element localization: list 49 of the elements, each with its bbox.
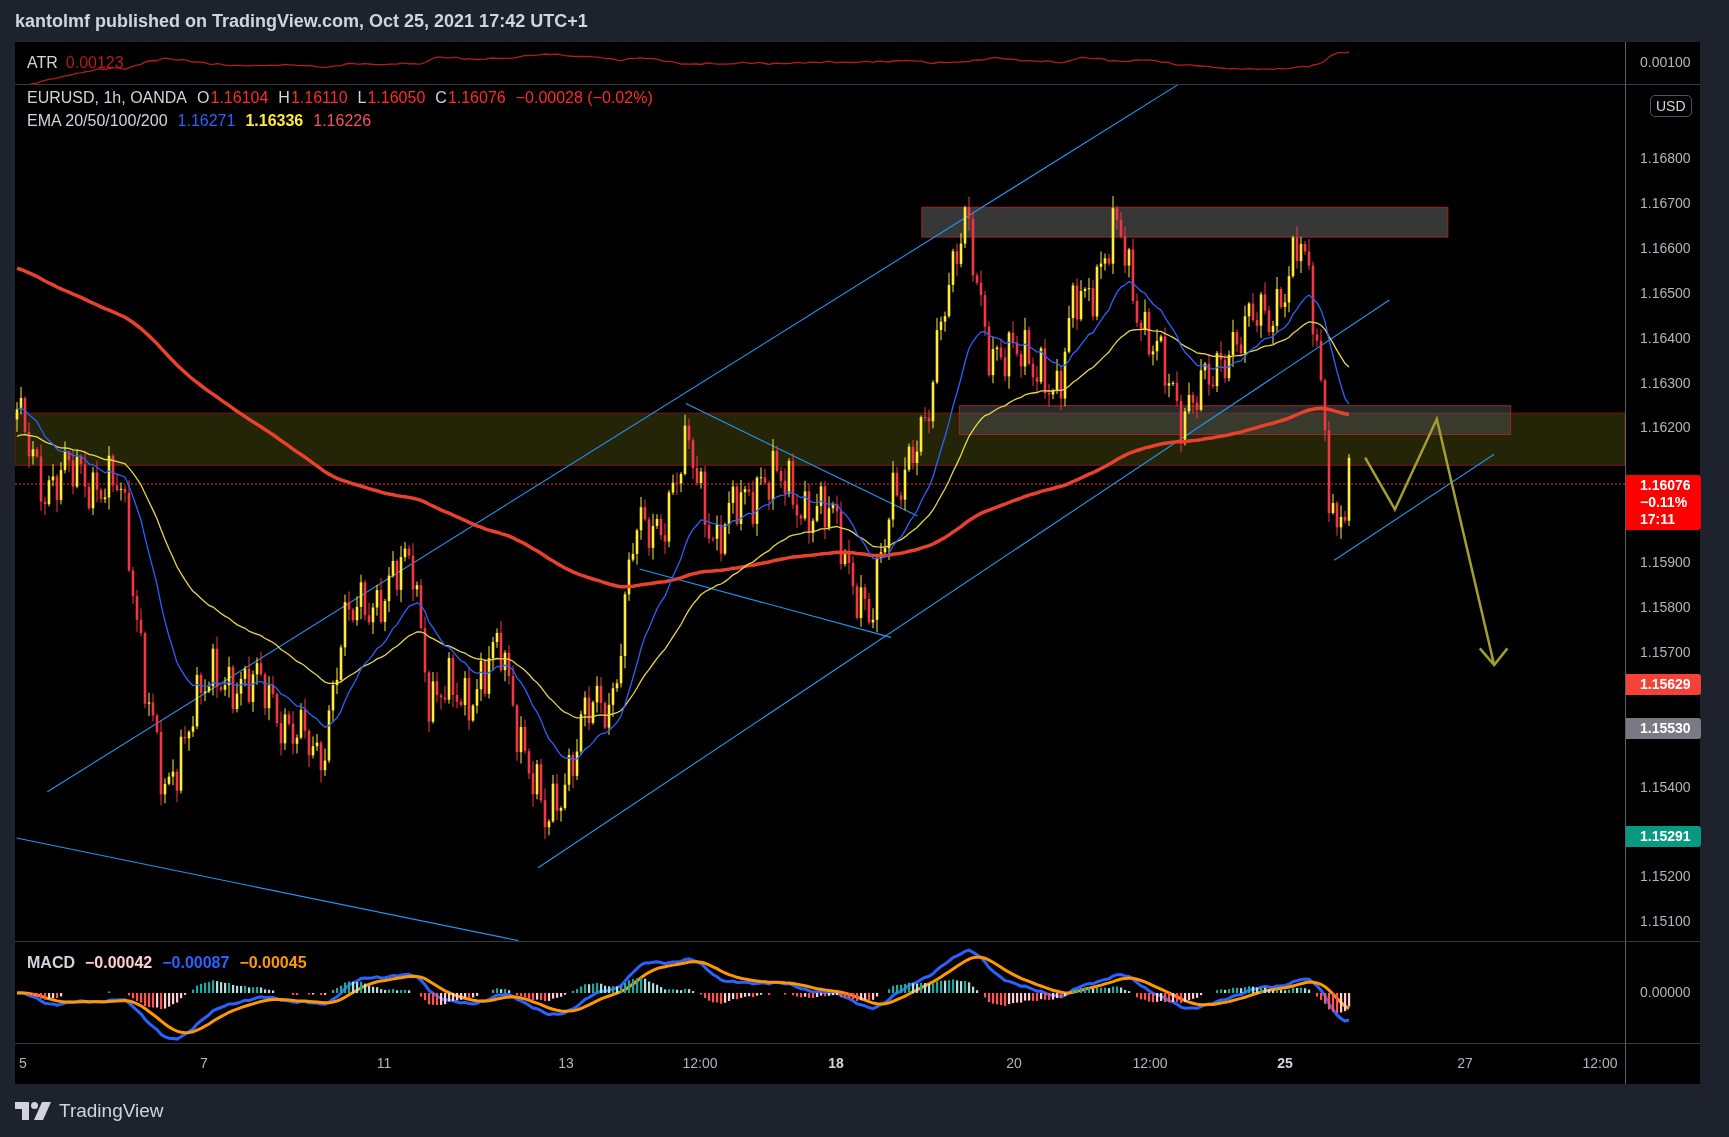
publication-info: kantolmf published on TradingView.com, Oct 25, 2021 17:42 UTC+1 bbox=[14, 9, 589, 33]
time-axis-label: 20 bbox=[1006, 1055, 1022, 1071]
ema-value: 1.16336 bbox=[245, 112, 304, 130]
price-axis-label: 1.15800 bbox=[1640, 599, 1691, 615]
price-axis-label: 1.16800 bbox=[1640, 150, 1691, 166]
indicator-name: MACD bbox=[27, 954, 75, 972]
time-axis-label: 12:00 bbox=[1582, 1055, 1618, 1071]
ohlc-value: L1.16050 bbox=[357, 89, 426, 107]
price-axis-label: 1.16700 bbox=[1640, 194, 1691, 211]
currency-button[interactable]: USD bbox=[1650, 95, 1692, 117]
macd-value: −0.00087 bbox=[162, 954, 230, 972]
time-axis-label: 12:00 bbox=[682, 1055, 718, 1071]
atr-axis-label: 0.00100 bbox=[1640, 54, 1691, 70]
price-tag: 1.16076 −0.11% 17:11 bbox=[1626, 475, 1701, 530]
macd-axis-label: 0.00000 bbox=[1640, 984, 1691, 1000]
time-axis-label: 25 bbox=[1277, 1055, 1293, 1071]
time-axis-label: 5 bbox=[19, 1055, 27, 1071]
time-axis-label: 7 bbox=[200, 1055, 208, 1071]
price-axis-label: 1.16200 bbox=[1640, 419, 1691, 436]
time-axis-label: 12:00 bbox=[1132, 1055, 1168, 1071]
ema-value: 1.16271 bbox=[177, 112, 236, 130]
time-axis-label: 27 bbox=[1457, 1055, 1473, 1071]
price-tag: 1.15291 bbox=[1626, 826, 1701, 847]
price-axis-label: 1.16500 bbox=[1640, 284, 1691, 301]
price-axis-label: 1.16400 bbox=[1640, 329, 1691, 346]
macd-value: −0.00045 bbox=[239, 954, 307, 972]
macd-value: −0.00042 bbox=[85, 954, 153, 972]
time-axis-label: 13 bbox=[558, 1055, 574, 1071]
price-axis-label: 1.15700 bbox=[1640, 643, 1691, 660]
price-axis-label: 1.16600 bbox=[1640, 239, 1691, 256]
price-tag: 1.15629 bbox=[1626, 674, 1701, 695]
brand-name: TradingView bbox=[59, 1100, 164, 1122]
indicator-name: ATR bbox=[27, 54, 58, 72]
price-axis-label: 1.15400 bbox=[1640, 778, 1691, 795]
price-tag: 1.15530 bbox=[1626, 718, 1701, 739]
ohlc-value: C1.16076 bbox=[435, 89, 506, 107]
price-change: −0.00028 (−0.02%) bbox=[515, 89, 653, 107]
atr-value: 0.00123 bbox=[65, 54, 124, 72]
indicator-name: EMA 20/50/100/200 bbox=[27, 112, 168, 130]
price-axis-label: 1.16300 bbox=[1640, 374, 1691, 391]
time-axis-label: 11 bbox=[376, 1055, 392, 1071]
price-axis-label: 1.15900 bbox=[1640, 554, 1691, 571]
ema-value: 1.16226 bbox=[313, 112, 372, 130]
time-axis-label: 18 bbox=[828, 1055, 844, 1071]
ohlc-value: H1.16110 bbox=[278, 89, 348, 107]
price-axis-label: 1.15100 bbox=[1640, 913, 1691, 930]
price-axis-label: 1.15200 bbox=[1640, 868, 1691, 885]
ohlc-value: O1.16104 bbox=[197, 89, 269, 107]
symbol-info: EURUSD, 1h, OANDA bbox=[27, 89, 188, 107]
